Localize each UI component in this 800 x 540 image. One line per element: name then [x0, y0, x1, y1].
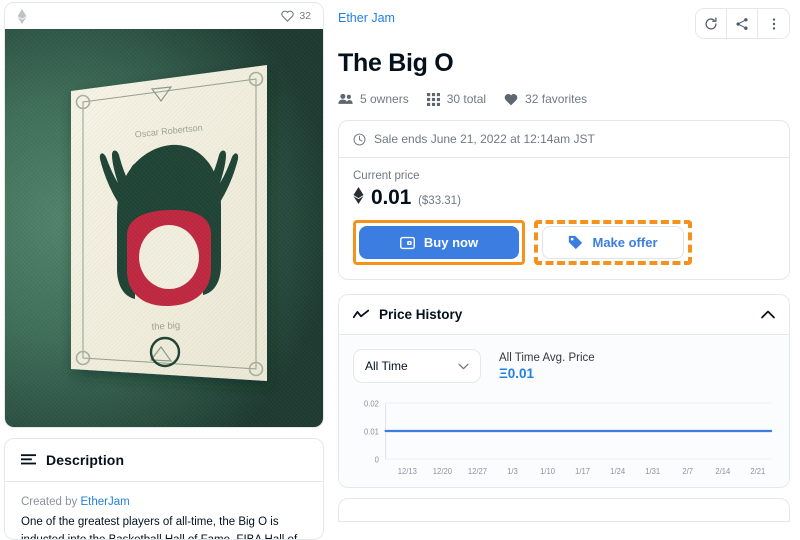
stat-favorites[interactable]: 32 favorites: [504, 92, 587, 106]
buy-now-highlight: Buy now: [353, 220, 525, 265]
ethereum-icon: [17, 8, 27, 24]
price-history-header-left: Price History: [353, 307, 462, 322]
average-price-label: All Time Avg. Price: [499, 351, 595, 364]
more-vertical-icon: [767, 17, 781, 31]
price-history-header[interactable]: Price History: [339, 295, 789, 335]
asset-action-group: [695, 8, 790, 39]
wallet-icon: [399, 236, 415, 250]
svg-text:1/3: 1/3: [507, 467, 518, 476]
description-lines-icon: [21, 453, 36, 467]
time-range-select[interactable]: All Time: [353, 349, 481, 383]
page-title: The Big O: [338, 49, 454, 77]
description-text: One of the greatest players of all-time,…: [21, 516, 298, 540]
ethereum-icon: [353, 187, 364, 204]
svg-text:2/21: 2/21: [750, 467, 765, 476]
svg-text:1/24: 1/24: [610, 467, 626, 476]
next-panel-stub: [338, 498, 790, 522]
svg-text:0: 0: [375, 455, 380, 464]
sale-ends-text: Sale ends June 21, 2022 at 12:14am JST: [374, 132, 595, 146]
svg-text:1/31: 1/31: [645, 467, 660, 476]
stat-owners[interactable]: 5 owners: [338, 92, 409, 106]
asset-stats: 5 owners 30 total 32 favorites: [338, 92, 790, 106]
purchase-buttons: Buy now Make offer: [353, 220, 775, 265]
more-options-button[interactable]: [758, 9, 789, 38]
make-offer-button[interactable]: Make offer: [542, 226, 684, 259]
tag-icon: [568, 235, 583, 250]
breadcrumb: Ether Jam: [338, 8, 790, 39]
share-button[interactable]: [727, 9, 758, 38]
share-icon: [735, 17, 749, 31]
time-range-value: All Time: [365, 359, 408, 373]
price-body: Current price 0.01 ($33.31) Buy now Make…: [339, 158, 789, 279]
asset-media-card: 32 Oscar Robertson the big: [4, 2, 324, 428]
description-header[interactable]: Description: [5, 439, 323, 482]
favorite-button[interactable]: 32: [281, 10, 311, 22]
average-price-block: All Time Avg. Price Ξ0.01: [499, 352, 595, 381]
stat-owners-label: 5 owners: [360, 92, 409, 106]
asset-media-topbar: 32: [5, 3, 323, 29]
favorite-count: 32: [299, 10, 311, 22]
svg-text:2/14: 2/14: [715, 467, 731, 476]
svg-text:0.02: 0.02: [364, 399, 379, 408]
owners-icon: [338, 93, 353, 105]
svg-text:12/13: 12/13: [398, 467, 418, 476]
svg-text:12/20: 12/20: [433, 467, 453, 476]
grid-icon: [426, 92, 440, 106]
buy-now-label: Buy now: [423, 235, 479, 250]
heart-filled-icon: [504, 93, 518, 106]
stat-total[interactable]: 30 total: [426, 92, 487, 106]
current-price-usd: ($33.31): [418, 195, 461, 207]
svg-text:1/10: 1/10: [540, 467, 556, 476]
trendline-icon: [353, 309, 369, 321]
created-by-label: Created by: [21, 496, 81, 508]
description-title: Description: [46, 452, 125, 468]
refresh-button[interactable]: [696, 9, 727, 38]
clock-icon: [353, 133, 366, 146]
make-offer-label: Make offer: [592, 235, 658, 250]
chevron-down-icon: [458, 363, 469, 370]
stat-total-label: 30 total: [446, 92, 487, 106]
description-body: Created by EtherJam One of the greatest …: [5, 482, 323, 540]
creator-link[interactable]: EtherJam: [80, 496, 129, 508]
stat-favorites-label: 32 favorites: [525, 92, 588, 106]
price-history-controls: All Time All Time Avg. Price Ξ0.01: [353, 349, 775, 383]
right-column: Ether Jam The Big O 5 owners 30 total 32…: [330, 0, 800, 540]
price-history-body: All Time All Time Avg. Price Ξ0.01 0 0.01…: [339, 335, 789, 487]
price-history-chart[interactable]: 0 0.01 0.02 12/13 12/20 12/27 1/3 1/10 1/17 1/24 1…: [353, 397, 775, 481]
price-panel: Sale ends June 21, 2022 at 12:14am JST C…: [338, 120, 790, 280]
svg-text:1/17: 1/17: [575, 467, 590, 476]
created-by-row: Created by EtherJam: [21, 496, 307, 508]
average-price-value: Ξ0.01: [499, 366, 595, 381]
left-column: 32 Oscar Robertson the big Description C…: [0, 0, 330, 540]
heart-outline-icon: [281, 10, 294, 22]
svg-text:2/7: 2/7: [682, 467, 693, 476]
eth-symbol: Ξ: [499, 365, 508, 381]
artwork-image[interactable]: Oscar Robertson the big: [5, 29, 323, 427]
sale-ends-banner: Sale ends June 21, 2022 at 12:14am JST: [339, 121, 789, 158]
current-price-value-row: 0.01 ($33.31): [353, 186, 775, 210]
description-card: Description Created by EtherJam One of t…: [4, 438, 324, 540]
average-price-number: 0.01: [507, 365, 534, 381]
collection-link[interactable]: Ether Jam: [338, 8, 395, 25]
artwork-bottom-label: the big: [151, 320, 180, 332]
refresh-icon: [704, 16, 718, 31]
asset-detail-page: 32 Oscar Robertson the big Description C…: [0, 0, 800, 540]
price-history-title: Price History: [379, 307, 463, 322]
chevron-up-icon[interactable]: [761, 310, 775, 319]
make-offer-highlight: Make offer: [534, 220, 692, 265]
svg-text:0.01: 0.01: [364, 427, 379, 436]
current-price-label: Current price: [353, 170, 420, 182]
buy-now-button[interactable]: Buy now: [359, 226, 519, 259]
svg-text:12/27: 12/27: [468, 467, 487, 476]
price-history-panel: Price History All Time All Time Avg. Pri…: [338, 294, 790, 488]
current-price-eth: 0.01: [371, 186, 412, 209]
